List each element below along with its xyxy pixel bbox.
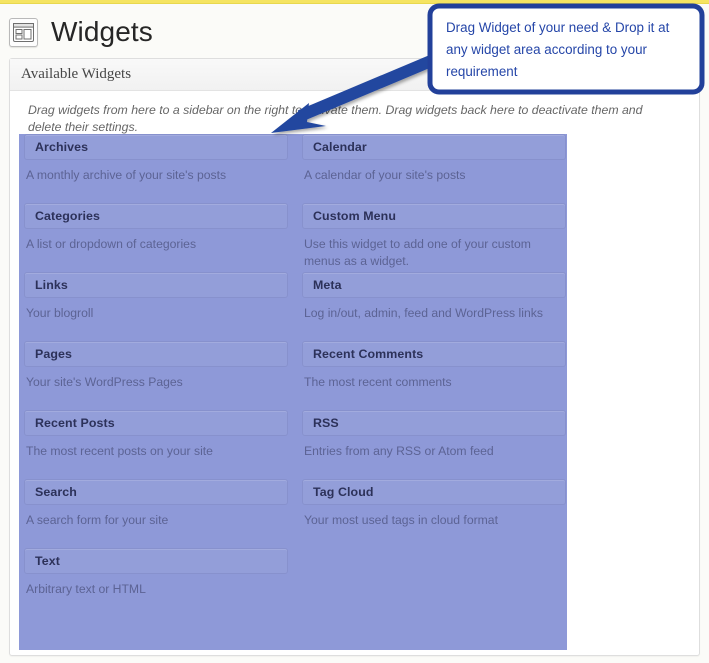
widget-title: Pages [35, 347, 73, 361]
widget-item[interactable]: Recent Comments The most recent comments [302, 341, 566, 391]
widget-description: Use this widget to add one of your custo… [304, 237, 531, 268]
widget-title: Calendar [313, 140, 367, 154]
widget-title-box[interactable]: Text [24, 548, 288, 574]
widget-item[interactable]: Pages Your site's WordPress Pages [24, 341, 288, 391]
widget-item[interactable]: Custom Menu Use this widget to add one of… [302, 203, 566, 270]
widget-title: Categories [35, 209, 101, 223]
widget-item[interactable]: Meta Log in/out, admin, feed and WordPres… [302, 272, 566, 322]
widget-description: Your site's WordPress Pages [26, 375, 183, 389]
widget-title-box[interactable]: Recent Comments [302, 341, 566, 367]
widget-title: Recent Comments [313, 347, 424, 361]
widget-description: A monthly archive of your site's posts [26, 168, 227, 182]
widget-title-box[interactable]: Links [24, 272, 288, 298]
widget-title-box[interactable]: Archives [24, 134, 288, 160]
widget-item[interactable]: Recent Posts The most recent posts on you… [24, 410, 288, 460]
drag-instruction-callout-text-wrap: Drag Widget of your need & Drop it at an… [446, 13, 692, 87]
available-widgets-panel: Available Widgets Drag widgets from here… [9, 58, 700, 656]
widget-title: Search [35, 485, 77, 499]
widget-item[interactable]: Text Arbitrary text or HTML [24, 548, 288, 598]
widget-description: The most recent comments [304, 375, 452, 389]
drag-instruction-callout-text: Drag Widget of your need & Drop it at an… [446, 20, 670, 79]
widget-title-box[interactable]: Categories [24, 203, 288, 229]
panel-heading-label: Available Widgets [21, 66, 132, 82]
widget-title: Archives [35, 140, 89, 154]
widget-title-box[interactable]: Calendar [302, 134, 566, 160]
widget-title-box[interactable]: RSS [302, 410, 566, 436]
widget-title: RSS [313, 416, 339, 430]
page-title: Widgets [51, 16, 153, 47]
widget-title-box[interactable]: Recent Posts [24, 410, 288, 436]
widget-title: Links [35, 278, 68, 292]
widget-title: Tag Cloud [313, 485, 374, 499]
widget-item[interactable]: RSS Entries from any RSS or Atom feed [302, 410, 566, 460]
widget-title: Custom Menu [313, 209, 397, 223]
widget-description: Entries from any RSS or Atom feed [304, 444, 494, 458]
widget-title-box[interactable]: Pages [24, 341, 288, 367]
widget-description: A search form for your site [26, 513, 169, 527]
widget-item[interactable]: Tag Cloud Your most used tags in cloud fo… [302, 479, 566, 529]
widget-title-box[interactable]: Search [24, 479, 288, 505]
widget-description: Log in/out, admin, feed and WordPress li… [304, 306, 543, 320]
widget-description: A list or dropdown of categories [26, 237, 197, 251]
widget-item[interactable]: Categories A list or dropdown of categori… [24, 203, 288, 253]
widget-title: Text [35, 554, 60, 568]
widget-item[interactable]: Archives A monthly archive of your site's… [24, 134, 288, 184]
widget-item[interactable]: Calendar A calendar of your site's posts [302, 134, 566, 184]
widget-description: Your blogroll [26, 306, 94, 320]
widget-item[interactable]: Search A search form for your site [24, 479, 288, 529]
widget-description: The most recent posts on your site [26, 444, 213, 458]
available-widgets-drop-region[interactable]: Archives A monthly archive of your site's… [19, 134, 567, 650]
widget-description: Arbitrary text or HTML [26, 582, 146, 596]
widget-title-box[interactable]: Meta [302, 272, 566, 298]
widgets-layout-icon [9, 17, 38, 47]
panel-description: Drag widgets from here to a sidebar on t… [28, 103, 643, 134]
widget-item[interactable]: Links Your blogroll [24, 272, 288, 322]
widget-title-box[interactable]: Tag Cloud [302, 479, 566, 505]
widget-title-box[interactable]: Custom Menu [302, 203, 566, 229]
top-accent-rule [0, 0, 709, 4]
widget-title: Meta [313, 278, 342, 292]
widget-title: Recent Posts [35, 416, 115, 430]
widget-description: Your most used tags in cloud format [304, 513, 498, 527]
widget-description: A calendar of your site's posts [304, 168, 466, 182]
